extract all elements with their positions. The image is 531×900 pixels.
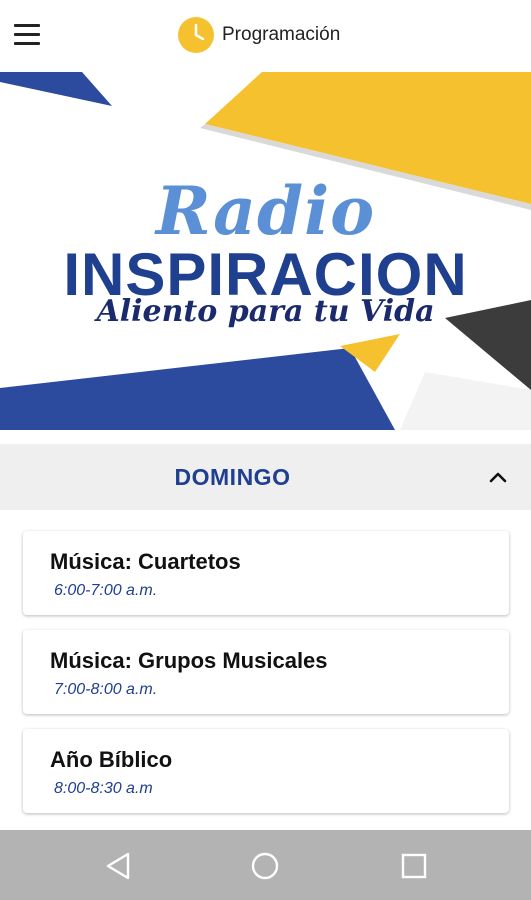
page-title: Programación xyxy=(222,24,341,45)
day-label: DOMINGO xyxy=(174,464,291,490)
home-circle-icon[interactable] xyxy=(249,850,281,882)
schedule-item-card[interactable]: Música: Cuartetos 6:00-7:00 a.m. xyxy=(23,531,509,615)
program-title: Música: Grupos Musicales xyxy=(50,648,328,673)
program-title: Música: Cuartetos xyxy=(50,549,241,574)
back-triangle-icon[interactable] xyxy=(102,850,134,882)
system-navigation-bar xyxy=(0,830,531,900)
title-area: Programación xyxy=(178,16,340,54)
logo-tagline: Aliento para tu Vida xyxy=(96,294,435,329)
program-time: 8:00-8:30 a.m xyxy=(54,780,153,797)
clock-icon xyxy=(178,17,214,53)
schedule-item-card[interactable]: Música: Grupos Musicales 7:00-8:00 a.m. xyxy=(23,630,509,714)
program-title: Año Bíblico xyxy=(50,747,173,772)
hamburger-icon[interactable] xyxy=(14,24,40,46)
station-banner: Radio INSPIRACION Aliento para tu Vida xyxy=(0,72,531,430)
top-app-bar: Programación xyxy=(0,0,531,73)
recents-square-icon[interactable] xyxy=(398,850,430,882)
schedule-item-card[interactable]: Año Bíblico 8:00-8:30 a.m xyxy=(23,729,509,813)
program-time: 7:00-8:00 a.m. xyxy=(54,681,158,698)
chevron-up-icon[interactable] xyxy=(487,466,509,488)
day-accordion-header[interactable]: DOMINGO xyxy=(0,444,531,510)
logo-radio-text: Radio xyxy=(155,172,376,250)
program-time: 6:00-7:00 a.m. xyxy=(54,582,158,599)
